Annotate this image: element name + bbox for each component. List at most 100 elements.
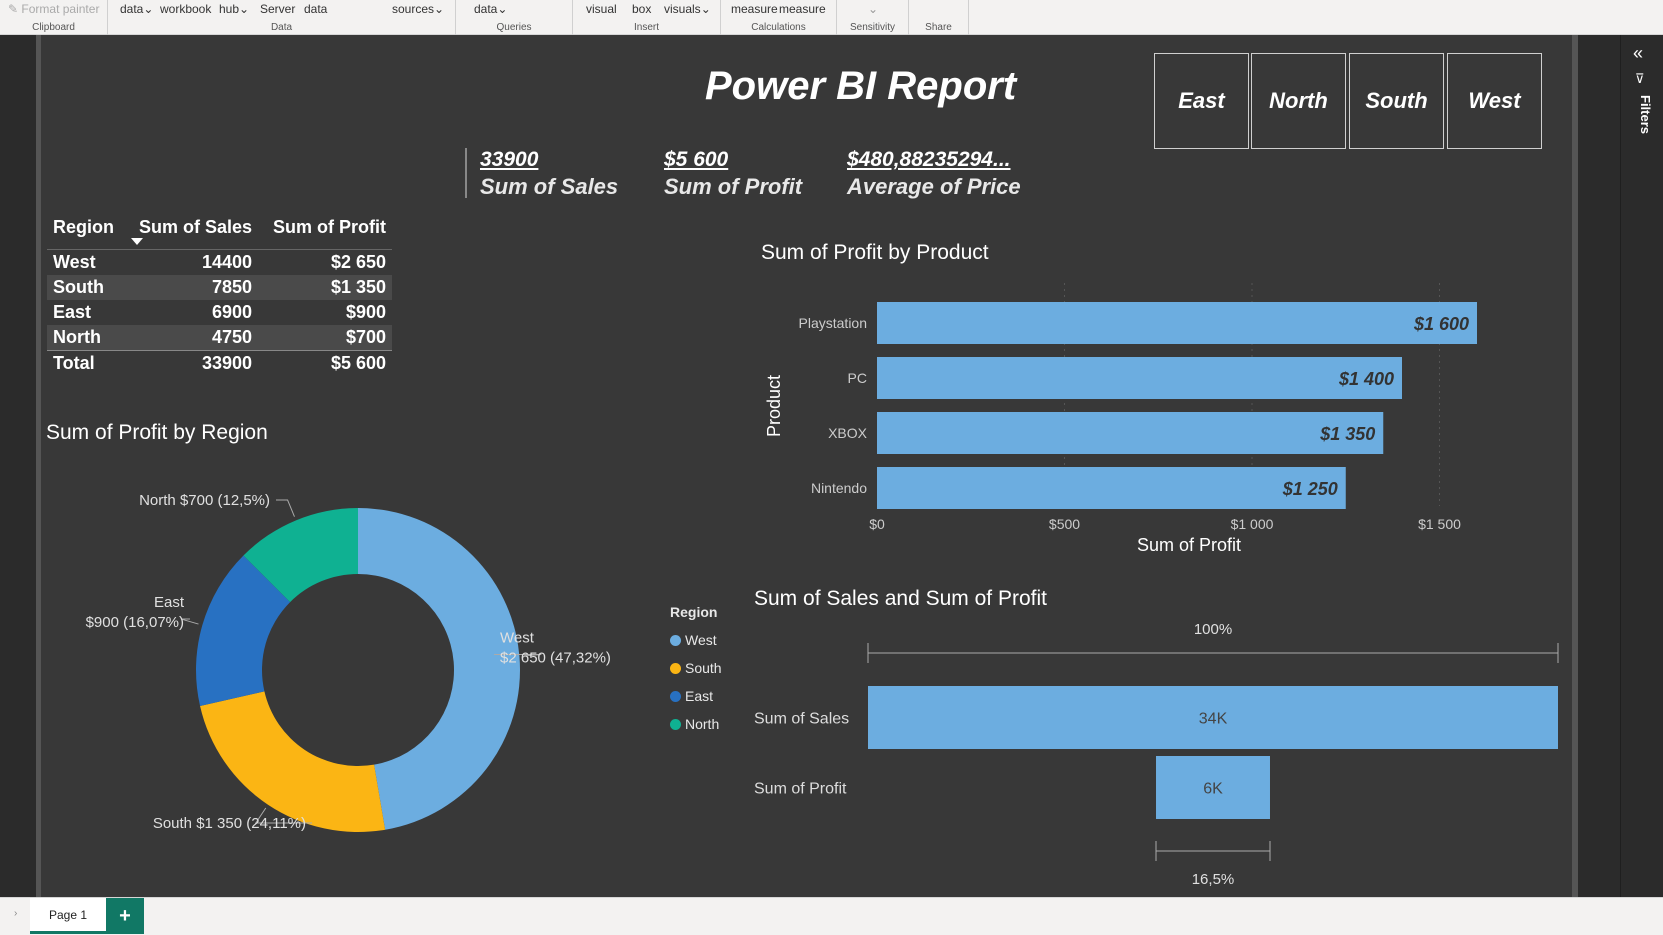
data-label: $1 400	[1338, 369, 1394, 389]
data-hub-button[interactable]: hub⌄	[219, 2, 249, 16]
card-divider	[465, 148, 467, 198]
x-tick-label: $0	[869, 516, 885, 532]
legend-item-south[interactable]: South	[670, 654, 722, 682]
y-tick-label: Playstation	[799, 315, 867, 331]
ribbon-group-data: data⌄ workbook hub⌄ Server data sources⌄…	[108, 0, 456, 35]
recent-sources-button[interactable]: sources⌄	[392, 2, 444, 16]
data-label: $900 (16,07%)	[86, 614, 184, 631]
legend-dot	[670, 718, 681, 730]
ribbon-group-label: Clipboard	[32, 22, 75, 33]
chevron-right-icon[interactable]: ›	[14, 908, 17, 919]
y-tick-label: Nintendo	[811, 480, 867, 496]
ribbon-group-calculations: measure measure Calculations	[721, 0, 837, 35]
text-box-button[interactable]: box	[632, 2, 651, 16]
ribbon-group-clipboard: ✎ Format painter Clipboard	[0, 0, 108, 35]
transform-data-button[interactable]: data⌄	[474, 2, 507, 16]
card-label: Average of Price	[847, 174, 1021, 199]
chevron-down-icon: ⌄	[143, 2, 154, 16]
filters-pane[interactable]: « ⊽ Filters	[1620, 35, 1663, 897]
get-data-button[interactable]: data⌄	[120, 2, 153, 16]
sales-profit-chart[interactable]: 100% Sum of Sales 34K Sum of Profit 6K 16,5%	[748, 615, 1568, 895]
ribbon-group-label: Sensitivity	[849, 22, 895, 33]
more-visuals-button[interactable]: visuals⌄	[664, 2, 711, 16]
x-tick-label: $1 500	[1418, 516, 1461, 532]
column-header-sales[interactable]: Sum of Sales	[139, 217, 252, 238]
quick-measure-button[interactable]: measure	[779, 2, 826, 16]
slicer-north[interactable]: North	[1251, 53, 1346, 149]
table-row: West 14400 $2 650	[53, 252, 386, 272]
page-tabs-bar: › Page 1 +	[0, 897, 1663, 935]
bar-playstation[interactable]	[877, 302, 1477, 344]
bar-pc[interactable]	[877, 357, 1402, 399]
page-tab-page-1[interactable]: Page 1	[30, 898, 106, 934]
data-label: 34K	[1199, 711, 1228, 728]
column-header-profit[interactable]: Sum of Profit	[273, 217, 386, 238]
region-table[interactable]: Region Sum of Sales Sum of Profit West 1…	[47, 214, 392, 375]
sql-server-button[interactable]: Server	[260, 2, 295, 16]
column-header-region[interactable]: Region	[53, 217, 114, 238]
donut-slice-south[interactable]	[200, 691, 386, 832]
percentage-label: 16,5%	[1192, 871, 1235, 888]
donut-slice-west[interactable]	[358, 508, 520, 830]
table-row: South 7850 $1 350	[47, 275, 392, 300]
legend-title: Region	[670, 604, 718, 620]
ribbon-group-share: Share	[909, 0, 969, 35]
legend-item-east[interactable]: East	[670, 682, 722, 710]
brush-icon: ✎	[8, 2, 19, 16]
slicer-east[interactable]: East	[1154, 53, 1249, 149]
legend-dot	[670, 662, 681, 674]
bar-xbox[interactable]	[877, 412, 1384, 454]
excel-workbook-button[interactable]: workbook	[160, 2, 211, 16]
card-value: $480,88235294...	[847, 148, 1011, 171]
chevron-down-icon[interactable]: ⌄	[868, 2, 878, 16]
new-visual-button[interactable]: visual	[586, 2, 617, 16]
legend-dot	[670, 690, 681, 702]
donut-chart[interactable]: West $2 650 (47,32%) South $1 350 (24,11%)…	[60, 470, 660, 870]
new-measure-button[interactable]: measure	[731, 2, 778, 16]
ribbon-group-label: Share	[925, 22, 952, 33]
format-painter-button[interactable]: ✎ Format painter	[8, 2, 99, 16]
y-tick-label: PC	[848, 370, 867, 386]
legend-item-north[interactable]: North	[670, 710, 722, 738]
card-value: $5 600	[664, 148, 729, 171]
donut-chart-title: Sum of Profit by Region	[46, 421, 268, 444]
product-chart-title: Sum of Profit by Product	[761, 241, 989, 264]
bar-nintendo[interactable]	[877, 467, 1346, 509]
table-row: North 4750 $700	[47, 325, 392, 350]
percentage-label: 100%	[1194, 621, 1232, 638]
leader-line	[276, 499, 295, 517]
table-header: Region Sum of Sales Sum of Profit	[47, 214, 392, 250]
ribbon-group-queries: data⌄ Queries	[456, 0, 573, 35]
table-total-row: Total 33900 $5 600	[47, 350, 392, 375]
ribbon-group-label: Insert	[633, 22, 659, 33]
chevron-down-icon: ⌄	[497, 2, 508, 16]
data-label: North $700 (12,5%)	[139, 492, 270, 509]
filters-label: Filters	[1638, 95, 1653, 135]
product-bar-chart[interactable]: $0 $500 $1 000 $1 500 Playstation $1 600 PC $1 …	[755, 280, 1515, 580]
card-label: Sum of Sales	[480, 174, 619, 199]
card-sum-of-sales[interactable]: 33900 Sum of Sales	[480, 148, 618, 200]
ribbon: ✎ Format painter Clipboard data⌄ workboo…	[0, 0, 1663, 35]
card-average-of-price[interactable]: $480,88235294... Average of Price	[847, 148, 1021, 200]
card-sum-of-profit[interactable]: $5 600 Sum of Profit	[664, 148, 802, 200]
add-page-button[interactable]: +	[106, 898, 144, 934]
y-tick-label: Sum of Profit	[754, 781, 847, 798]
ribbon-group-label: Queries	[496, 22, 532, 33]
ribbon-group-label: Calculations	[751, 22, 806, 33]
data-label: East	[154, 594, 185, 611]
y-tick-label: XBOX	[828, 425, 868, 441]
ribbon-group-label: Data	[270, 22, 293, 33]
legend-item-west[interactable]: West	[670, 626, 722, 654]
report-title: Power BI Report	[705, 64, 1017, 108]
sales-profit-chart-title: Sum of Sales and Sum of Profit	[754, 587, 1047, 610]
slicer-south[interactable]: South	[1349, 53, 1444, 149]
card-value: 33900	[480, 148, 539, 171]
enter-data-button[interactable]: data	[304, 2, 327, 16]
x-axis-label: Sum of Profit	[1137, 535, 1241, 555]
y-tick-label: Sum of Sales	[754, 711, 849, 728]
slicer-west[interactable]: West	[1447, 53, 1542, 149]
donut-legend: Region West South East North	[670, 604, 722, 738]
canvas-edge	[1572, 35, 1578, 897]
x-tick-label: $500	[1049, 516, 1080, 532]
collapse-icon[interactable]: «	[1633, 43, 1643, 64]
